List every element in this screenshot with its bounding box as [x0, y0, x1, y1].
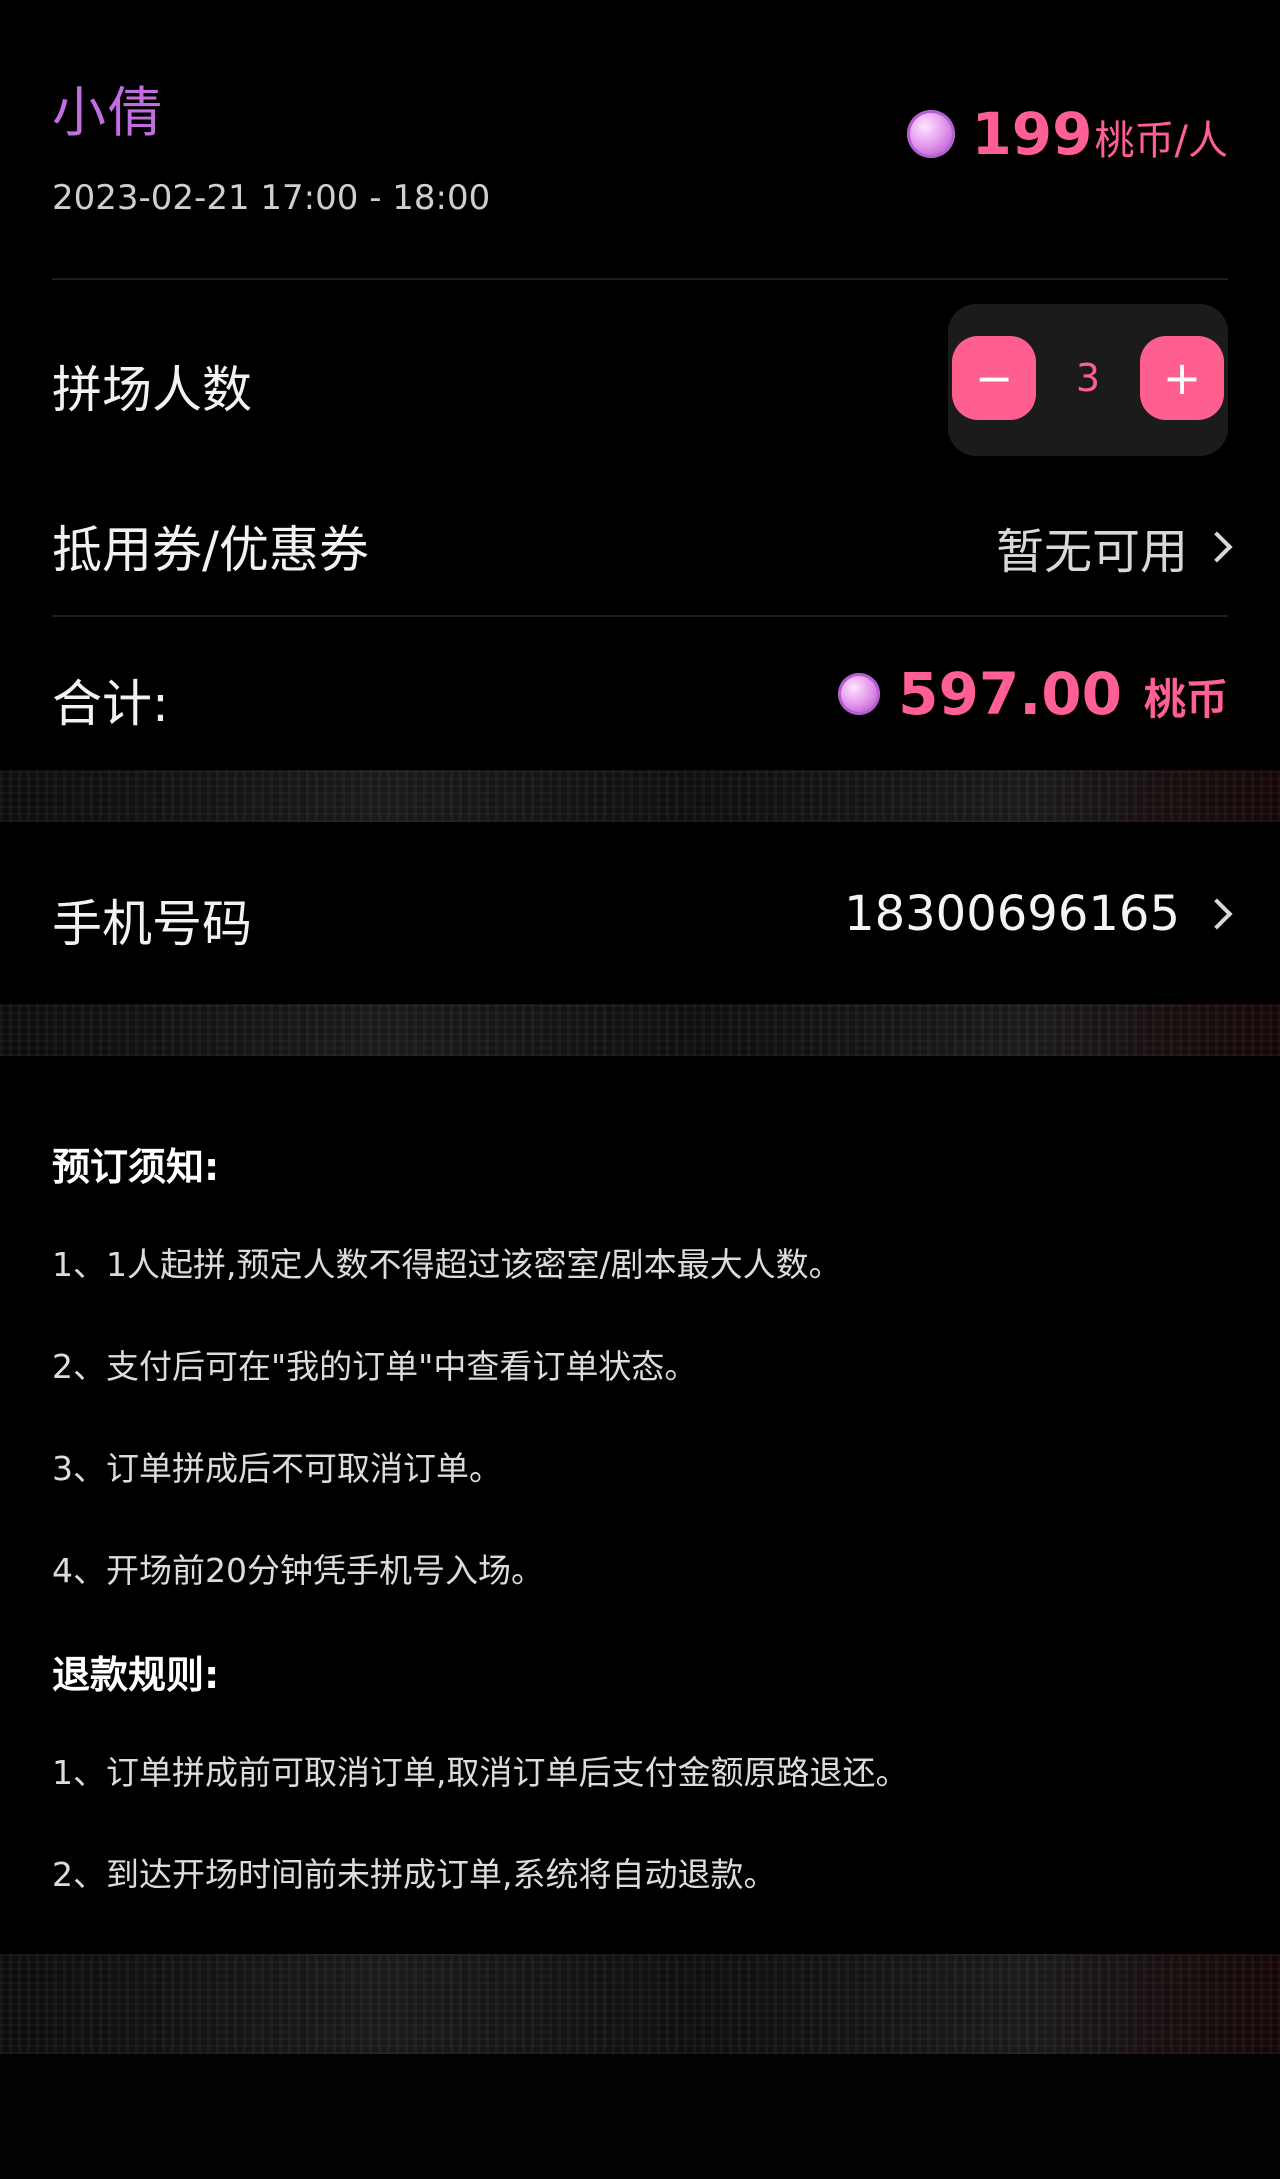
price-unit: 桃币/人 — [1094, 118, 1228, 164]
price-value: 199 — [971, 100, 1093, 168]
coupon-value: 暂无可用 — [995, 524, 1188, 580]
phone-value-wrap: 18300696165 — [844, 886, 1233, 942]
host-name: 小倩 — [52, 81, 164, 144]
notice-item: 4、开场前20分钟凭手机号入场。 — [52, 1551, 544, 1590]
total-unit: 桃币 — [1143, 675, 1228, 724]
phone-value: 18300696165 — [844, 886, 1180, 942]
players-label: 拼场人数 — [52, 361, 252, 419]
order-card: 小倩 2023-02-21 17:00 - 18:00 199 桃币/人 拼场人… — [0, 0, 1280, 770]
section-separator — [0, 770, 1280, 822]
peach-coin-icon — [907, 110, 956, 158]
divider — [52, 615, 1228, 617]
notice-section: 预订须知: 1、1人起拼,预定人数不得超过该密室/剧本最大人数。 2、支付后可在… — [0, 1056, 1280, 1954]
notice-item: 2、支付后可在"我的订单"中查看订单状态。 — [52, 1347, 698, 1386]
price-per-person: 199 桃币/人 — [907, 100, 1228, 168]
notice-item: 3、订单拼成后不可取消订单。 — [52, 1449, 502, 1488]
session-time: 2023-02-21 17:00 - 18:00 — [52, 178, 491, 218]
players-stepper: − 3 + — [948, 304, 1228, 456]
coupon-label: 抵用券/优惠券 — [52, 521, 369, 579]
bottom-area — [0, 2054, 1280, 2179]
refund-item: 2、到达开场时间前未拼成订单,系统将自动退款。 — [52, 1855, 777, 1894]
coupon-selector[interactable]: 暂无可用 — [995, 512, 1233, 582]
phone-row[interactable]: 手机号码 18300696165 — [0, 822, 1280, 1004]
players-count: 3 — [1075, 356, 1101, 400]
minus-button[interactable]: − — [952, 336, 1036, 420]
refund-rules-title: 退款规则: — [52, 1653, 220, 1697]
total-amount: 597.00 桃币 — [838, 660, 1228, 728]
booking-notice-title: 预订须知: — [52, 1145, 220, 1189]
order-page: 小倩 2023-02-21 17:00 - 18:00 199 桃币/人 拼场人… — [0, 0, 1280, 2179]
chevron-right-icon — [1201, 531, 1233, 563]
section-separator — [0, 1954, 1280, 2054]
total-label: 合计: — [52, 675, 169, 733]
plus-button[interactable]: + — [1140, 336, 1224, 420]
chevron-right-icon — [1201, 898, 1233, 930]
refund-item: 1、订单拼成前可取消订单,取消订单后支付金额原路退还。 — [52, 1753, 909, 1792]
phone-label: 手机号码 — [52, 895, 252, 953]
section-separator — [0, 1004, 1280, 1056]
divider — [52, 278, 1228, 280]
notice-item: 1、1人起拼,预定人数不得超过该密室/剧本最大人数。 — [52, 1245, 842, 1284]
total-value: 597.00 — [898, 660, 1122, 728]
peach-coin-icon — [838, 673, 881, 715]
